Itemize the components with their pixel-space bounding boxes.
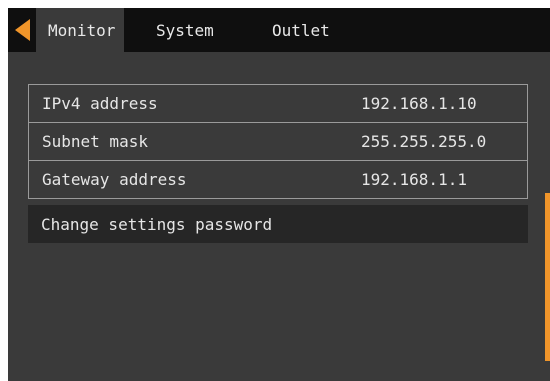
gateway-address-value: 192.168.1.1: [361, 170, 467, 189]
tab-monitor[interactable]: Monitor: [36, 8, 124, 52]
subnet-mask-row[interactable]: Subnet mask 255.255.255.0: [28, 123, 528, 161]
network-settings-table: IPv4 address 192.168.1.10 Subnet mask 25…: [28, 84, 528, 199]
left-triangle-icon: [14, 19, 30, 41]
change-password-button[interactable]: Change settings password: [28, 205, 528, 243]
tab-system[interactable]: System: [146, 8, 236, 52]
ipv4-address-row[interactable]: IPv4 address 192.168.1.10: [28, 84, 528, 123]
ipv4-address-value: 192.168.1.10: [361, 94, 477, 113]
ipv4-address-label: IPv4 address: [42, 94, 158, 113]
gateway-address-row[interactable]: Gateway address 192.168.1.1: [28, 161, 528, 199]
subnet-mask-label: Subnet mask: [42, 132, 148, 151]
tab-bar: Monitor System Outlet: [8, 8, 550, 52]
tab-outlet[interactable]: Outlet: [262, 8, 352, 52]
gateway-address-label: Gateway address: [42, 170, 187, 189]
subnet-mask-value: 255.255.255.0: [361, 132, 487, 151]
back-button[interactable]: [8, 8, 36, 52]
scrollbar[interactable]: [545, 193, 550, 361]
device-screen: Monitor System Outlet IPv4 address 192.1…: [8, 8, 550, 381]
change-password-label: Change settings password: [41, 214, 273, 234]
